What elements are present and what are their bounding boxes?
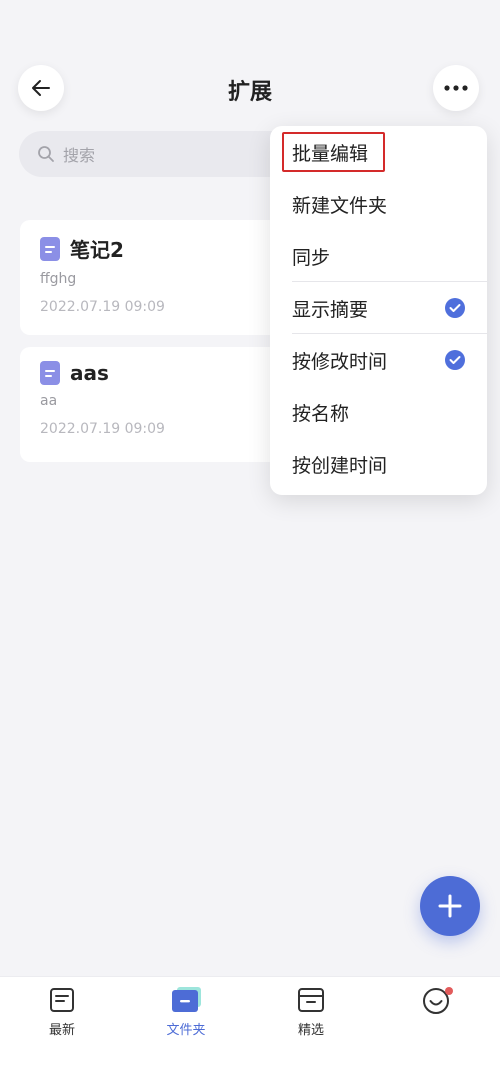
- plus-icon: [438, 894, 462, 918]
- featured-icon: [298, 988, 324, 1012]
- note-title: aas: [70, 361, 109, 385]
- document-icon: [40, 361, 60, 385]
- tab-label: 文件夹: [166, 1023, 206, 1038]
- menu-item-label: 按修改时间: [292, 350, 388, 373]
- tab-featured[interactable]: 精选: [266, 987, 356, 1047]
- menu-item-new-folder[interactable]: 新建文件夹: [270, 178, 487, 230]
- search-icon: [38, 146, 54, 162]
- tab-label: 最新: [48, 1023, 75, 1038]
- note-title: 笔记2: [70, 238, 124, 262]
- tab-label: 精选: [297, 1023, 324, 1038]
- check-icon: [445, 350, 465, 370]
- menu-item-label: 按名称: [292, 402, 350, 425]
- menu-item-sort-created[interactable]: 按创建时间: [270, 438, 487, 490]
- bottom-tab-bar: 最新 文件夹 精选: [0, 976, 500, 1083]
- menu-item-show-summary[interactable]: 显示摘要: [270, 282, 487, 334]
- menu-item-label: 新建文件夹: [292, 194, 388, 217]
- tab-recent[interactable]: 最新: [17, 987, 107, 1047]
- more-options-button[interactable]: [433, 65, 479, 111]
- note-title-row: aas: [40, 361, 300, 385]
- note-summary: aa: [40, 393, 58, 409]
- notification-dot: [445, 987, 453, 995]
- menu-item-sort-modified[interactable]: 按修改时间: [270, 334, 487, 386]
- note-summary: ffghg: [40, 271, 77, 287]
- options-menu: 批量编辑 新建文件夹 同步 显示摘要 按修改时间 按名称 按创建时间: [270, 126, 487, 495]
- note-title-row: 笔记2: [40, 234, 300, 263]
- document-icon: [40, 236, 60, 261]
- add-note-button[interactable]: [420, 876, 480, 936]
- highlight-box: [282, 132, 385, 172]
- tab-folders[interactable]: 文件夹: [141, 987, 231, 1047]
- note-date: 2022.07.19 09:09: [40, 299, 165, 315]
- menu-item-sort-name[interactable]: 按名称: [270, 386, 487, 438]
- menu-item-sync[interactable]: 同步: [270, 230, 487, 282]
- check-icon: [445, 298, 465, 318]
- search-placeholder: 搜索: [63, 146, 96, 165]
- recent-icon: [50, 988, 74, 1012]
- note-date: 2022.07.19 09:09: [40, 421, 165, 437]
- more-icon: [444, 85, 468, 91]
- tab-profile[interactable]: [391, 987, 481, 1047]
- page-title: 扩展: [227, 80, 272, 105]
- folder-icon: [172, 987, 201, 1012]
- menu-item-label: 按创建时间: [292, 454, 388, 477]
- menu-item-label: 显示摘要: [292, 298, 369, 321]
- menu-item-label: 同步: [292, 246, 331, 269]
- top-bar: 扩展: [0, 50, 500, 128]
